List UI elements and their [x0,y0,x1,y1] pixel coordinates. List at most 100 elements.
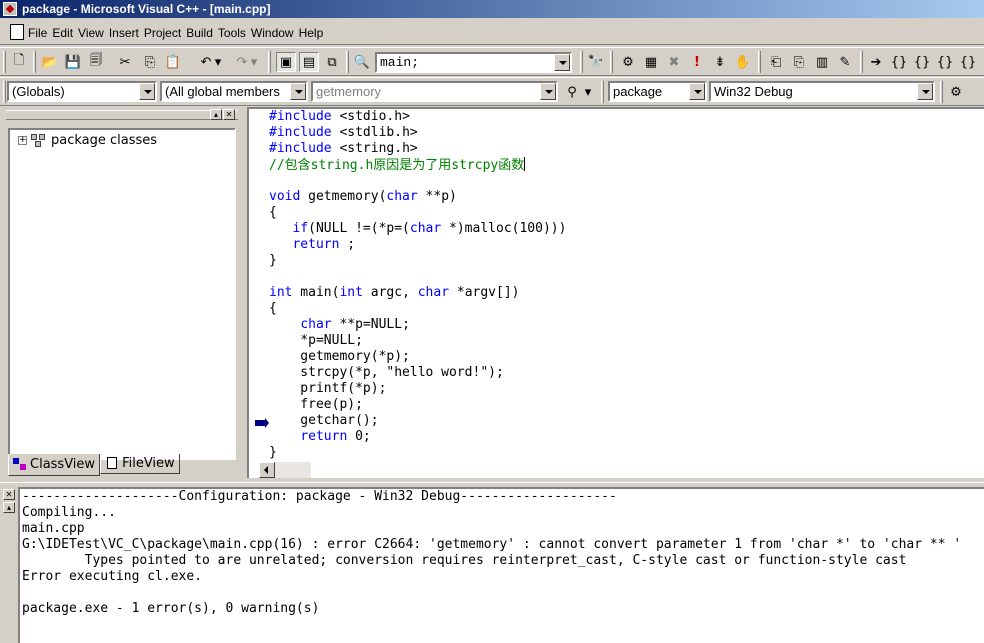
output-line[interactable] [22,585,984,601]
app-icon[interactable] [3,2,17,16]
menu-view[interactable]: View [78,26,109,40]
debug-restart-icon[interactable]: ⎗ [766,52,786,72]
toolbar-grip[interactable] [940,81,943,103]
wizard-action-icon[interactable]: ⚲ [562,82,582,102]
code-line[interactable]: //包含string.h原因是为了用strcpy函数 [269,157,566,173]
toolbar-grip[interactable] [601,81,604,103]
output-maximize-icon[interactable]: ▴ [3,502,15,513]
undo-dropdown-icon[interactable]: ▾ [213,52,223,72]
code-line[interactable]: if(NULL !=(*p=(char *)malloc(100))) [269,221,566,237]
menu-insert[interactable]: Insert [109,26,144,40]
workspace-maximize-icon[interactable]: ▴ [210,109,222,120]
scope-combo-dropdown[interactable] [139,83,155,100]
toolbar-grip[interactable] [3,51,6,73]
find-combo-dropdown[interactable] [554,54,570,71]
members-combo[interactable]: (All global members [160,81,308,102]
copy-icon[interactable]: ⎘ [140,52,160,72]
menu-window[interactable]: Window [251,26,299,40]
code-line[interactable]: #include <string.h> [269,141,566,157]
compile-icon[interactable]: ⚙ [618,52,638,72]
workspace-icon[interactable]: ▣ [276,52,296,72]
code-line[interactable]: int main(int argc, char *argv[]) [269,285,566,301]
save-icon[interactable]: 💾 [63,52,83,72]
show-next-statement-icon[interactable]: ➔ [866,52,886,72]
code-line[interactable]: getchar(); [269,413,566,429]
redo-dropdown-icon[interactable]: ▾ [249,52,259,72]
new-text-file-icon[interactable]: 🗋 [9,52,29,72]
find-icon[interactable]: 🔭 [586,52,606,72]
output-line[interactable]: Error executing cl.exe. [22,569,984,585]
workspace-grip[interactable] [6,110,238,120]
code-line[interactable] [269,173,566,189]
window-list-icon[interactable]: ⧉ [322,52,342,72]
code-line[interactable]: return ; [269,237,566,253]
code-line[interactable]: char **p=NULL; [269,317,566,333]
configuration-combo-dropdown[interactable] [917,83,933,100]
step-over-icon[interactable]: {} [912,52,932,72]
find-combo[interactable]: main; [375,52,572,73]
debug-break-icon[interactable]: ▥ [812,52,832,72]
workspace-close-icon[interactable]: ✕ [223,109,235,120]
members-combo-dropdown[interactable] [290,83,306,100]
scroll-left-icon[interactable] [259,462,275,478]
code-line[interactable]: return 0; [269,429,566,445]
code-line[interactable] [269,269,566,285]
menu-file[interactable]: File [28,26,52,40]
output-line[interactable]: Types pointed to are unrelated; conversi… [22,553,984,569]
code-line[interactable]: #include <stdio.h> [269,109,566,125]
apply-code-changes-icon[interactable]: ✎ [835,52,855,72]
build-icon[interactable]: ▦ [641,52,661,72]
code-line[interactable]: void getmemory(char **p) [269,189,566,205]
menu-edit[interactable]: Edit [52,26,78,40]
output-line[interactable]: --------------------Configuration: packa… [22,489,984,505]
compile-icon[interactable]: ⚙ [946,82,966,102]
step-out-icon[interactable]: {} [935,52,955,72]
code-line[interactable]: { [269,205,566,221]
code-line[interactable]: { [269,301,566,317]
stop-build-icon[interactable]: ✖ [664,52,684,72]
save-all-icon[interactable]: 🗐 [86,52,106,72]
insert-breakpoint-icon[interactable]: ✋ [733,52,753,72]
output-text[interactable]: --------------------Configuration: packa… [18,487,984,643]
project-combo[interactable]: package [608,81,707,102]
wizard-action-dropdown-icon[interactable]: ▾ [582,82,594,102]
code-line[interactable]: } [269,445,566,461]
configuration-combo[interactable]: Win32 Debug [709,81,935,102]
code-line[interactable]: #include <stdlib.h> [269,125,566,141]
tree-node-package-classes[interactable]: + package classes [18,133,157,148]
document-icon[interactable] [10,24,24,40]
toolbar-grip[interactable] [3,81,6,103]
menu-build[interactable]: Build [186,26,218,40]
function-combo[interactable]: getmemory [311,81,558,102]
code-line[interactable]: getmemory(*p); [269,349,566,365]
debug-stop-icon[interactable]: ⎘ [789,52,809,72]
tab-fileview[interactable]: FileView [100,454,180,474]
code-text[interactable]: #include <stdio.h> #include <stdlib.h> #in… [269,109,566,461]
project-combo-dropdown[interactable] [689,83,705,100]
execute-icon[interactable]: ! [687,52,707,72]
output-icon[interactable]: ▤ [299,52,319,72]
toolbar-grip[interactable] [610,51,613,73]
horizontal-scrollbar[interactable] [259,462,311,478]
menu-project[interactable]: Project [144,26,186,40]
function-combo-dropdown[interactable] [540,83,556,100]
output-line[interactable]: package.exe - 1 error(s), 0 warning(s) [22,601,984,617]
code-line[interactable]: free(p); [269,397,566,413]
output-close-icon[interactable]: ✕ [3,489,15,500]
output-line[interactable]: main.cpp [22,521,984,537]
code-editor[interactable]: #include <stdio.h> #include <stdlib.h> #in… [247,107,984,478]
output-line[interactable]: G:\IDETest\VC_C\package\main.cpp(16) : e… [22,537,984,553]
paste-icon[interactable]: 📋 [163,52,183,72]
code-line[interactable]: printf(*p); [269,381,566,397]
scrollbar-track[interactable] [275,462,311,478]
code-line[interactable]: } [269,253,566,269]
scope-combo[interactable]: (Globals) [7,81,157,102]
output-line[interactable]: Compiling... [22,505,984,521]
code-line[interactable]: *p=NULL; [269,333,566,349]
toolbar-grip[interactable] [758,51,761,73]
tab-classview[interactable]: ClassView [8,454,101,476]
open-icon[interactable]: 📂 [40,52,60,72]
step-into-icon[interactable]: {} [889,52,909,72]
class-view-tree[interactable]: + package classes [8,128,236,460]
cut-icon[interactable]: ✂ [115,52,135,72]
